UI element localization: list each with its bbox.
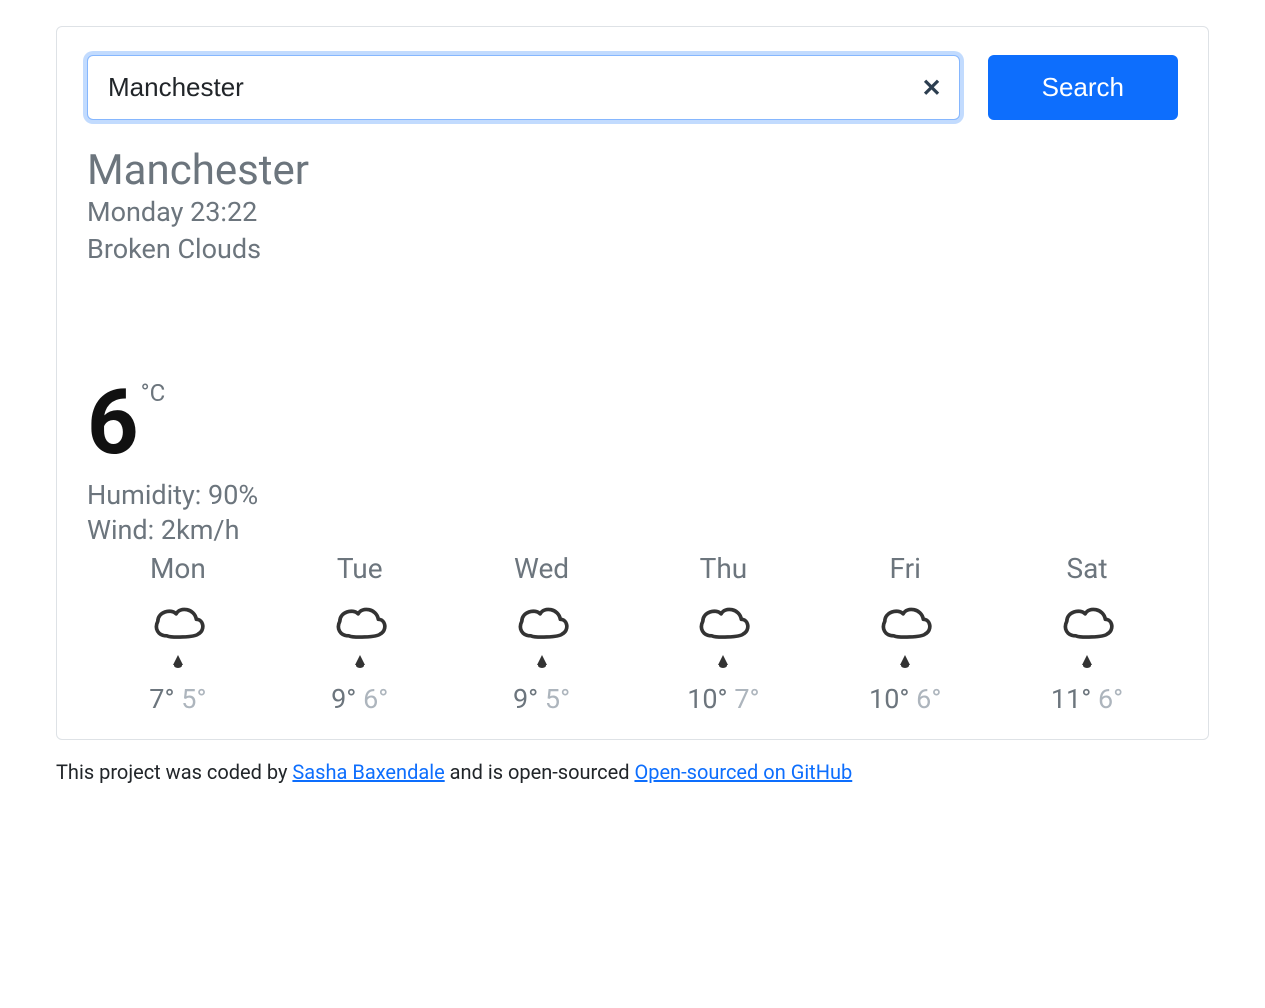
forecast-low: 7° [734,683,759,715]
forecast-col: Fri 10° 6° [814,552,996,715]
cloud-drizzle-icon [324,601,396,673]
forecast-high: 10° [869,683,909,715]
current-day-time: Monday 23:22 [87,194,1178,230]
cloud-drizzle-icon [687,601,759,673]
weather-card: ✕ Search Manchester Monday 23:22 Broken … [56,26,1209,740]
footer-prefix: This project was coded by [56,760,292,784]
search-button[interactable]: Search [988,55,1178,120]
forecast-high: 9° [513,683,538,715]
cloud-drizzle-icon [142,601,214,673]
cloud-drizzle-icon [1051,601,1123,673]
current-description: Broken Clouds [87,231,1178,267]
forecast-day-label: Tue [269,552,451,585]
forecast-low: 6° [1098,683,1123,715]
forecast-high: 11° [1051,683,1091,715]
forecast-low: 6° [916,683,941,715]
city-name: Manchester [87,148,1178,194]
footer: This project was coded by Sasha Baxendal… [56,760,1209,784]
forecast-col: Sat 11° 6° [996,552,1178,715]
forecast-day-label: Thu [632,552,814,585]
forecast-day-label: Mon [87,552,269,585]
city-search-input[interactable] [87,55,960,120]
forecast-day-label: Sat [996,552,1178,585]
cloud-drizzle-icon [869,601,941,673]
forecast-temps: 10° 6° [814,683,996,715]
forecast-day-label: Fri [814,552,996,585]
forecast-low: 6° [363,683,388,715]
forecast-high: 9° [331,683,356,715]
forecast-temps: 9° 5° [451,683,633,715]
forecast-low: 5° [545,683,570,715]
forecast-col: Wed 9° 5° [451,552,633,715]
temperature-row: 6 °C [87,385,1178,462]
clear-input-icon[interactable]: ✕ [922,76,942,100]
humidity-line: Humidity: 90% [87,478,1178,513]
search-row: ✕ Search [87,55,1178,120]
footer-middle: and is open-sourced [445,760,635,784]
forecast-row: Mon 7° 5° Tue 9° 6° Wed 9° 5° Thu 10° 7° Fri 10° … [87,552,1178,715]
forecast-temps: 9° 6° [269,683,451,715]
forecast-col: Tue 9° 6° [269,552,451,715]
forecast-high: 10° [687,683,727,715]
footer-author-link[interactable]: Sasha Baxendale [292,760,444,784]
forecast-temps: 11° 6° [996,683,1178,715]
search-input-wrap: ✕ [87,55,960,120]
forecast-low: 5° [181,683,206,715]
forecast-temps: 7° 5° [87,683,269,715]
footer-github-link[interactable]: Open-sourced on GitHub [634,760,852,784]
forecast-day-label: Wed [451,552,633,585]
forecast-col: Thu 10° 7° [632,552,814,715]
forecast-temps: 10° 7° [632,683,814,715]
current-overview: Manchester Monday 23:22 Broken Clouds [87,148,1178,267]
forecast-high: 7° [149,683,174,715]
forecast-col: Mon 7° 5° [87,552,269,715]
cloud-drizzle-icon [506,601,578,673]
temperature-unit: °C [141,379,166,407]
current-stats: Humidity: 90% Wind: 2km/h [87,478,1178,548]
wind-line: Wind: 2km/h [87,513,1178,548]
current-temperature: 6 [87,385,139,462]
